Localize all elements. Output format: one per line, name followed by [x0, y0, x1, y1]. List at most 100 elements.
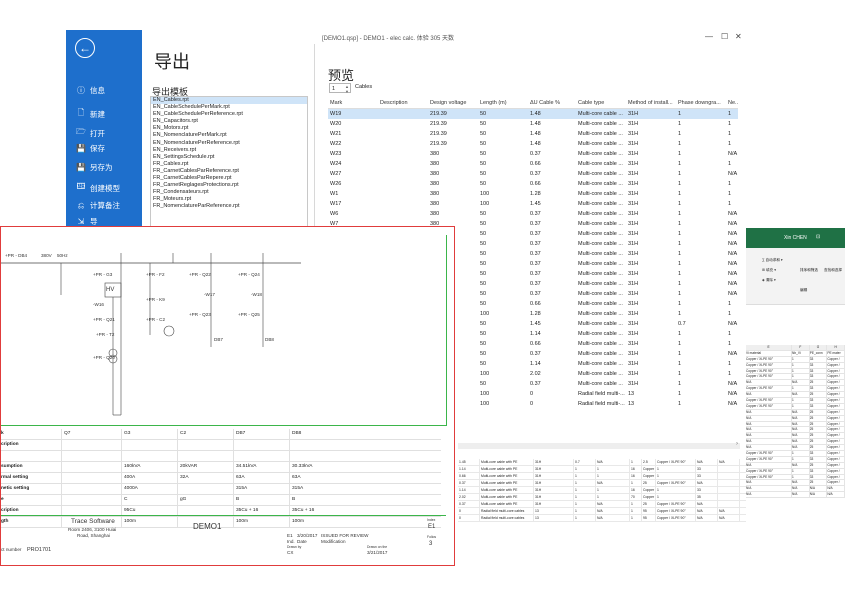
drawn-by-label: Drawn by [287, 545, 302, 549]
template-item[interactable]: FR_Condensateurs.rpt [151, 189, 307, 196]
spinner-arrows-icon[interactable]: ▲ ▼ [345, 84, 349, 94]
excel-cell: Copper / [827, 409, 845, 415]
template-item[interactable]: EN_Cables.rpt [151, 97, 307, 105]
template-item[interactable]: EN_NomenclaturePerReference.rpt [151, 140, 307, 147]
template-item[interactable]: FR_Cables.rpt [151, 161, 307, 168]
template-item[interactable]: EN_CableSchedulePerReference.rpt [151, 111, 307, 118]
table-cell: 31H [628, 351, 639, 357]
ribbon-command[interactable]: ◈ 清除 ▾ [762, 278, 776, 283]
maximize-icon[interactable]: ☐ [721, 32, 728, 41]
column-header[interactable]: Phase downgra... [676, 98, 726, 108]
minimize-icon[interactable]: — [705, 32, 713, 41]
excel-column-letter[interactable]: H [827, 345, 845, 350]
table-cell: 380 [430, 191, 440, 197]
template-item[interactable]: EN_Receivers.rpt [151, 147, 307, 154]
excel-cell: Copper / [827, 403, 845, 409]
sidebar-item[interactable]: 🖽 创建模型 [76, 181, 120, 195]
column-header[interactable]: Description [378, 98, 428, 108]
table-cell: 0.37 [530, 221, 541, 227]
ribbon-display-icon[interactable]: ⊡ [816, 234, 820, 240]
excel-row[interactable]: N/A N/A N/A N/A [746, 492, 845, 499]
scroll-right-icon[interactable]: › [736, 441, 738, 447]
column-header[interactable]: Method of install... [626, 98, 676, 108]
table-row[interactable]: W24 380 50 0.66 Multi-core cable ... 31H 1 1 [328, 159, 738, 169]
template-item[interactable]: EN_SettingsSchedule.rpt [151, 154, 307, 161]
strip-row[interactable]: 0.37 Multi-core cable with PE 31H 1 N/A 1 25 Co… [458, 480, 746, 487]
strip-row[interactable]: 2.02 Multi-core cable with PE 31H 1 1 70 Coppe… [458, 494, 746, 501]
table-cell: 1 [728, 121, 732, 127]
column-header[interactable]: Length (m) [478, 98, 528, 108]
table-cell: 1 [728, 191, 732, 197]
table-row[interactable]: W20 219.39 50 1.48 Multi-core cable ... 31H 1 1 [328, 119, 738, 129]
template-item[interactable]: FR_CarnetCablesParRepere.rpt [151, 175, 307, 182]
excel-grid[interactable]: E F G H Vi material Nb_Vi PE_conn PE mater Coppe… [746, 345, 845, 499]
property-cell [177, 440, 233, 450]
table-cell: Radial field multi-... [578, 391, 625, 397]
ribbon-command[interactable]: ⊞ 填充 ▾ [762, 268, 776, 273]
ribbon-command[interactable]: 查找和选择 [824, 268, 842, 273]
close-icon[interactable]: ✕ [735, 32, 742, 41]
excel-column-letter[interactable]: E [746, 345, 793, 350]
strip-row[interactable]: 1.14 Multi-core cable with PE 31H 1 1 16 Coppe… [458, 487, 746, 494]
table-cell: 100 [480, 391, 490, 397]
table-row[interactable]: W6 380 50 0.37 Multi-core cable ... 31H 1 N/A [328, 209, 738, 219]
page-number-spinner[interactable]: 1 ▲ ▼ [329, 83, 351, 94]
excel-cell: Copper / [827, 427, 845, 433]
excel-column-letter[interactable]: F [792, 345, 810, 350]
sidebar-item[interactable]: 🗋 新建 [76, 107, 105, 121]
table-row[interactable]: W17 380 100 1.45 Multi-core cable ... 31H 1 1 [328, 199, 738, 209]
strip-cell: 1 [574, 494, 596, 500]
table-row[interactable]: W21 219.39 50 1.48 Multi-core cable ... 31H 1 1 [328, 129, 738, 139]
table-cell: 1 [678, 201, 682, 207]
template-item[interactable]: FR_NomenclatureParReference.rpt [151, 203, 307, 210]
table-row[interactable]: W19 219.39 50 1.48 Multi-core cable ... 31H 1 1 [328, 109, 738, 119]
strip-cell: 0.37 [458, 480, 480, 486]
strip-row[interactable]: 1.45 Multi-core cable with PE 31H 0.7 N/A 1 2.… [458, 459, 746, 466]
strip-row[interactable]: 0 Radial field multi-core cables 13 1 N/A 1 95… [458, 508, 746, 515]
table-row[interactable]: W27 380 50 0.37 Multi-core cable ... 31H 1 N/A [328, 169, 738, 179]
strip-row[interactable]: 0 Radial field multi-core cables 13 1 N/A 1 95… [458, 515, 746, 522]
sidebar-item[interactable]: ⎌ 计算备注 [76, 200, 120, 211]
sidebar-item[interactable]: 💾 另存为 [76, 162, 112, 173]
table-cell [378, 209, 428, 219]
table-cell: Multi-core cable ... [578, 141, 623, 147]
strip-cell: Copper / XLPE 90° [643, 494, 656, 500]
table-row[interactable]: W26 380 50 0.66 Multi-core cable ... 31H 1 1 [328, 179, 738, 189]
table-cell: Multi-core cable ... [578, 351, 623, 357]
template-item[interactable]: FR_CarnetCablesParReference.rpt [151, 168, 307, 175]
table-cell: 1.45 [530, 321, 541, 327]
column-header[interactable]: Design voltage [428, 98, 478, 108]
template-item[interactable]: EN_NomenclaturePerMark.rpt [151, 132, 307, 139]
column-header[interactable]: Ne... [726, 98, 738, 108]
template-item[interactable]: EN_Motors.rpt [151, 125, 307, 132]
sidebar-item-label: 计算备注 [90, 201, 120, 210]
column-header[interactable]: ΔU Cable % [528, 98, 576, 108]
column-header[interactable]: Cable type [576, 98, 626, 108]
template-item[interactable]: FR_CarnetReglagesProtections.rpt [151, 182, 307, 189]
index-label: Index [427, 518, 436, 522]
ribbon-command[interactable]: 排序和筛选 [800, 268, 818, 273]
template-item[interactable]: FR_Moteurs.rpt [151, 196, 307, 203]
strip-cell: Copper / XLPE 90° [656, 515, 696, 521]
strip-cell: Multi-core cable with PE [480, 473, 534, 479]
table-row[interactable]: W23 380 50 0.37 Multi-core cable ... 31H 1 N/A [328, 149, 738, 159]
sidebar-item[interactable]: 💾 保存 [76, 143, 105, 154]
strip-row[interactable]: 0.37 Multi-core cable with PE 31H 1 N/A 1 25 Co… [458, 501, 746, 508]
table-cell: 1.14 [530, 361, 541, 367]
sidebar-item[interactable]: ⓘ 信息 [76, 85, 105, 96]
spreadsheet-strip[interactable]: 1.45 Multi-core cable with PE 31H 0.7 N/A 1 2.… [458, 459, 746, 564]
table-row[interactable]: W22 219.39 50 1.48 Multi-core cable ... 31H 1 1 [328, 139, 738, 149]
horizontal-scrollbar[interactable]: › [458, 441, 740, 449]
sidebar-item[interactable]: 🗁 打开 [76, 126, 105, 140]
back-arrow-icon[interactable]: ← [75, 38, 95, 58]
strip-cell: 1 [574, 501, 596, 507]
table-row[interactable]: W1 380 100 1.28 Multi-core cable ... 31H 1 1 [328, 189, 738, 199]
strip-row[interactable]: 0.66 Multi-core cable with PE 31H 1 1 16 Coppe… [458, 473, 746, 480]
excel-column-letter[interactable]: G [810, 345, 828, 350]
ribbon-command[interactable]: ∑ 自动求和 ▾ [762, 258, 783, 263]
template-item[interactable]: EN_Capacitors.rpt [151, 118, 307, 125]
strip-cell [718, 501, 740, 507]
template-item[interactable]: EN_CableSchedulePerMark.rpt [151, 104, 307, 111]
column-header[interactable]: Mark [328, 98, 378, 108]
strip-row[interactable]: 1.14 Multi-core cable with PE 31H 1 1 16 Coppe… [458, 466, 746, 473]
